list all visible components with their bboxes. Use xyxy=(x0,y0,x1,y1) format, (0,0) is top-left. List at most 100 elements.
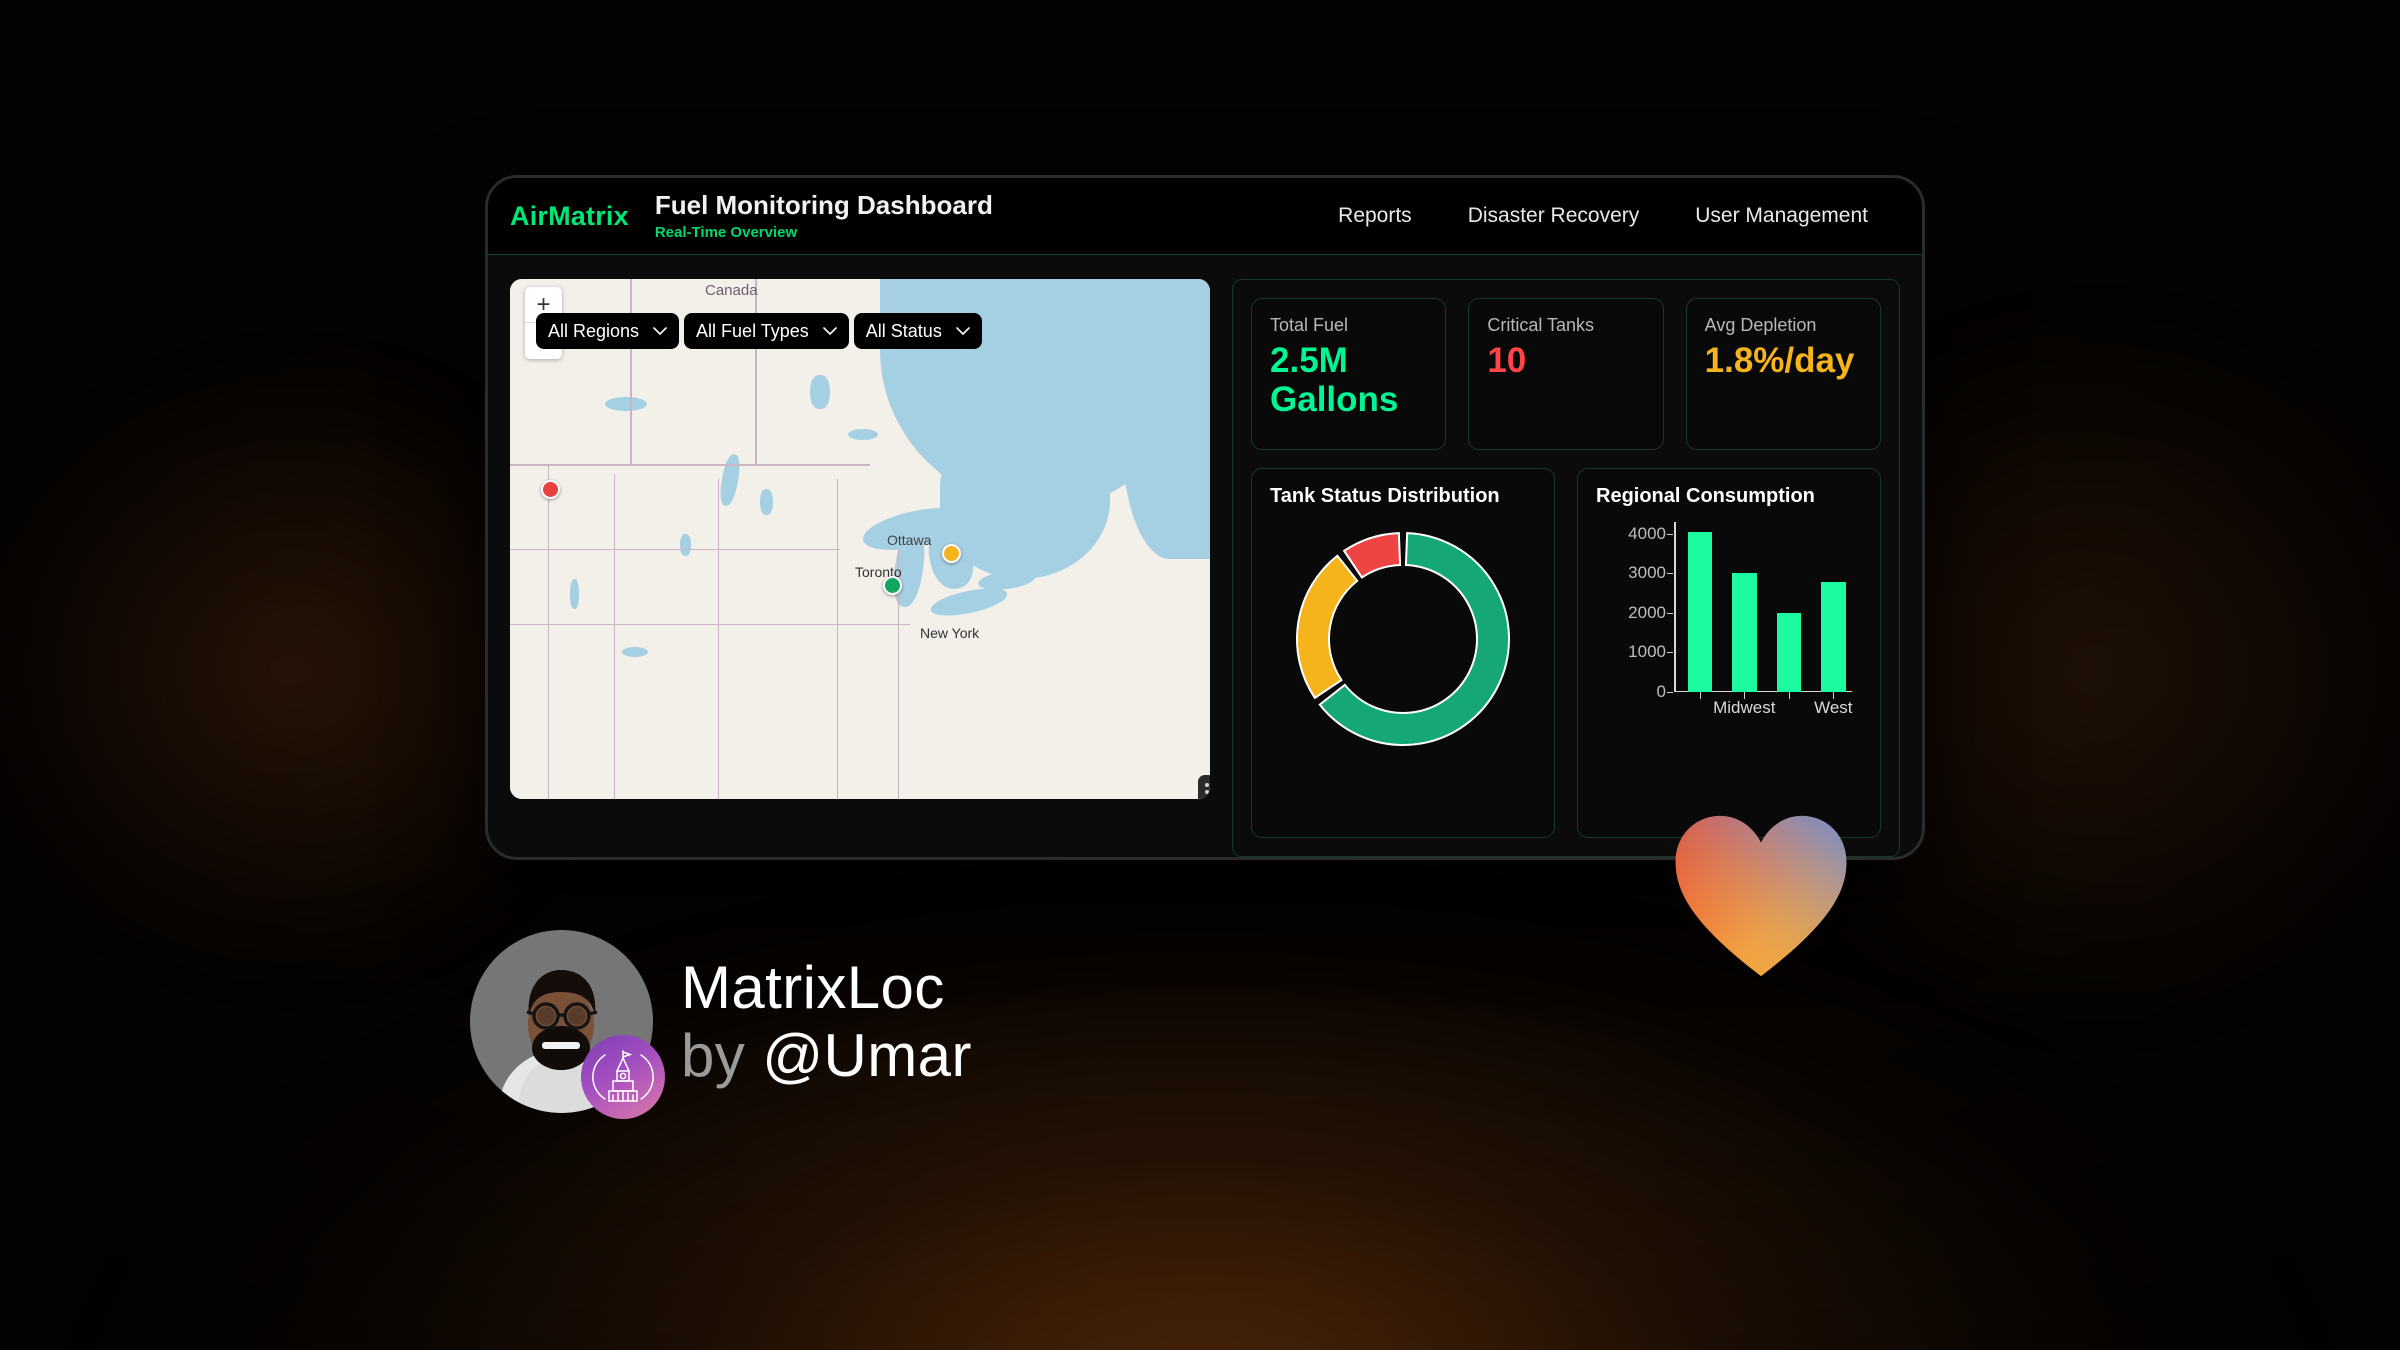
kpi-card-total-fuel[interactable]: Total Fuel 2.5M Gallons xyxy=(1251,298,1447,450)
map-border-state-grid-v1 xyxy=(548,464,550,799)
kpi-card-critical-tanks[interactable]: Critical Tanks 10 xyxy=(1468,298,1664,450)
map-border-state-grid-h2 xyxy=(510,624,910,626)
y-axis-tick-mark xyxy=(1667,612,1673,614)
bar[interactable] xyxy=(1821,582,1846,692)
y-axis-tick-mark xyxy=(1667,573,1673,575)
tower-logo-icon xyxy=(592,1050,654,1102)
map-water-lake-f xyxy=(848,429,878,440)
avatar-wrap xyxy=(470,930,665,1119)
map-label-new-york: New York xyxy=(920,625,980,641)
chevron-down-icon xyxy=(955,324,970,339)
map-marker-warning[interactable] xyxy=(942,544,961,563)
bar[interactable] xyxy=(1687,531,1713,692)
app-header: AirMatrix Fuel Monitoring Dashboard Real… xyxy=(488,178,1922,255)
attribution-author-line: by @Umar xyxy=(681,1022,972,1089)
filter-region-select[interactable]: All Regions xyxy=(536,313,680,349)
map-water-lake-e xyxy=(570,579,579,609)
kpi-label: Total Fuel xyxy=(1270,315,1349,335)
kpi-label: Avg Depletion xyxy=(1704,315,1817,335)
bar[interactable] xyxy=(1776,612,1802,692)
map-border-state-grid-v2 xyxy=(614,474,616,799)
metrics-column: Total Fuel 2.5M Gallons Critical Tanks 1… xyxy=(1232,279,1900,857)
grip-dots-icon xyxy=(1204,783,1211,799)
map-label-ottawa: Ottawa xyxy=(887,532,932,548)
app-body: Canada Ottawa Toronto New York + All Reg… xyxy=(488,255,1922,857)
x-axis-tick-mark xyxy=(1699,692,1701,699)
bar[interactable] xyxy=(1732,573,1757,692)
brand-logo[interactable]: AirMatrix xyxy=(510,201,629,232)
x-axis-tick-mark xyxy=(1788,692,1790,699)
tank-status-donut[interactable] xyxy=(1270,514,1536,764)
map-water-lake-g xyxy=(622,647,648,657)
donut-svg xyxy=(1296,532,1510,746)
filter-region-label: All Regions xyxy=(548,320,640,341)
map-water-atlantic xyxy=(1122,279,1210,559)
y-axis-line xyxy=(1674,522,1676,692)
map-label-canada: Canada xyxy=(705,282,758,299)
kpi-label: Critical Tanks xyxy=(1487,315,1595,335)
regional-consumption-chart[interactable]: 0 1000 2000 3000 4000 Midwest West xyxy=(1596,516,1862,726)
map-border-vertical-2 xyxy=(755,279,757,465)
map-marker-critical[interactable] xyxy=(541,480,560,499)
avatar-badge xyxy=(581,1035,665,1119)
page-title: Fuel Monitoring Dashboard xyxy=(654,190,993,221)
nav-disaster-recovery[interactable]: Disaster Recovery xyxy=(1440,204,1668,228)
nav-user-management[interactable]: User Management xyxy=(1667,204,1896,228)
page-subtitle: Real-Time Overview xyxy=(654,223,798,241)
fuel-map[interactable]: Canada Ottawa Toronto New York + All Reg… xyxy=(510,279,1210,799)
kpi-card-avg-depletion[interactable]: Avg Depletion 1.8%/day xyxy=(1685,298,1881,450)
kpi-value: 2.5M Gallons xyxy=(1270,341,1399,419)
attribution-text: MatrixLoc by @Umar xyxy=(681,954,972,1088)
filter-status-label: All Status xyxy=(865,320,942,341)
map-canvas[interactable]: Canada Ottawa Toronto New York xyxy=(510,279,1210,799)
y-axis-tick-mark xyxy=(1667,692,1673,693)
map-border-state-grid-h1 xyxy=(510,549,840,551)
tank-status-card: Tank Status Distribution xyxy=(1251,468,1555,838)
map-border-vertical-1 xyxy=(630,279,632,465)
tank-status-title: Tank Status Distribution xyxy=(1270,485,1500,507)
map-border-state-grid-v3 xyxy=(718,479,720,799)
bar-plot-area: 0 1000 2000 3000 4000 Midwest West xyxy=(1628,522,1853,717)
map-water-lake-b xyxy=(810,375,830,409)
x-axis-tick-label: West xyxy=(1814,698,1853,717)
filter-status-select[interactable]: All Status xyxy=(853,313,982,349)
regional-consumption-title: Regional Consumption xyxy=(1596,485,1815,507)
attribution-by: by xyxy=(681,1021,763,1089)
donut-slice[interactable] xyxy=(1342,532,1402,579)
map-border-us-canada xyxy=(510,464,870,466)
chart-row: Tank Status Distribution Regional Consum… xyxy=(1251,468,1881,838)
title-block: Fuel Monitoring Dashboard Real-Time Over… xyxy=(655,191,993,241)
dashboard-window: AirMatrix Fuel Monitoring Dashboard Real… xyxy=(485,175,1925,860)
map-marker-normal[interactable] xyxy=(883,576,902,595)
y-axis-tick-mark xyxy=(1667,533,1673,535)
heart-reaction-icon xyxy=(1675,815,1847,977)
map-water-lake-d xyxy=(680,534,691,556)
y-axis-tick-label: 3000 xyxy=(1628,563,1666,583)
attribution-handle: @Umar xyxy=(762,1021,972,1089)
chevron-down-icon xyxy=(822,324,837,339)
map-resize-handle[interactable] xyxy=(1198,775,1210,799)
donut-slice[interactable] xyxy=(1318,532,1510,746)
map-water-lake-a xyxy=(605,397,647,411)
regional-consumption-card: Regional Consumption 0 1000 2000 3000 4000 Mi… xyxy=(1577,468,1881,838)
attribution: MatrixLoc by @Umar xyxy=(470,930,972,1119)
x-axis-tick-label: Midwest xyxy=(1713,698,1776,717)
kpi-value: 10 xyxy=(1487,341,1527,380)
map-water-lake-winnipeg xyxy=(717,453,743,507)
kpi-value: 1.8%/day xyxy=(1704,341,1855,380)
y-axis-tick-label: 2000 xyxy=(1628,602,1666,622)
donut-slice[interactable] xyxy=(1296,554,1359,700)
y-axis-tick-mark xyxy=(1667,652,1673,654)
map-water-lake-c xyxy=(760,489,773,515)
y-axis-tick-label: 4000 xyxy=(1628,523,1666,543)
main-nav: Reports Disaster Recovery User Managemen… xyxy=(1310,204,1896,228)
attribution-project-name: MatrixLoc xyxy=(681,954,945,1022)
map-filter-bar: All Regions All Fuel Types All Status xyxy=(536,313,982,349)
y-axis-tick-label: 0 xyxy=(1656,682,1666,701)
kpi-row: Total Fuel 2.5M Gallons Critical Tanks 1… xyxy=(1251,298,1881,450)
map-border-state-grid-v4 xyxy=(837,479,839,799)
nav-reports[interactable]: Reports xyxy=(1310,204,1440,228)
chevron-down-icon xyxy=(653,324,667,339)
filter-fuel-type-select[interactable]: All Fuel Types xyxy=(684,313,849,349)
y-axis-tick-label: 1000 xyxy=(1628,642,1666,662)
